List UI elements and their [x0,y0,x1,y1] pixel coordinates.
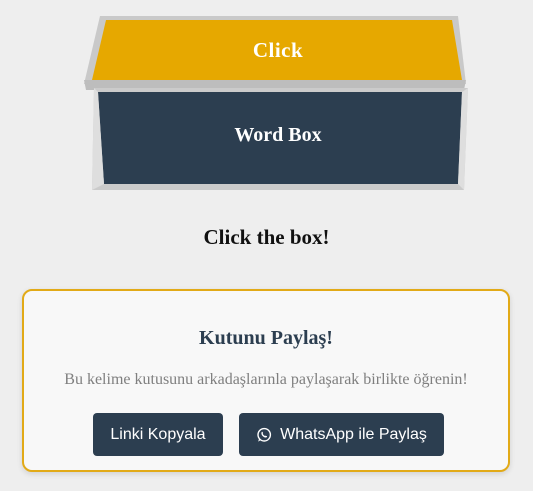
box-front[interactable] [98,92,462,184]
share-card: Kutunu Paylaş! Bu kelime kutusunu arkada… [22,289,510,472]
page: Click Word Box Click the box! Kutunu Pay… [0,0,533,491]
box-lid[interactable] [92,20,462,80]
word-box[interactable]: Click Word Box [80,14,476,192]
whatsapp-share-button-label: WhatsApp ile Paylaş [280,425,427,443]
copy-link-button[interactable]: Linki Kopyala [93,413,223,456]
copy-link-button-label: Linki Kopyala [110,425,206,443]
share-description: Bu kelime kutusunu arkadaşlarınla paylaş… [64,371,468,388]
word-box-graphic [84,16,468,190]
whatsapp-icon [256,427,272,443]
share-title: Kutunu Paylaş! [199,327,333,349]
click-prompt: Click the box! [203,225,330,249]
whatsapp-share-button[interactable]: WhatsApp ile Paylaş [239,413,444,456]
